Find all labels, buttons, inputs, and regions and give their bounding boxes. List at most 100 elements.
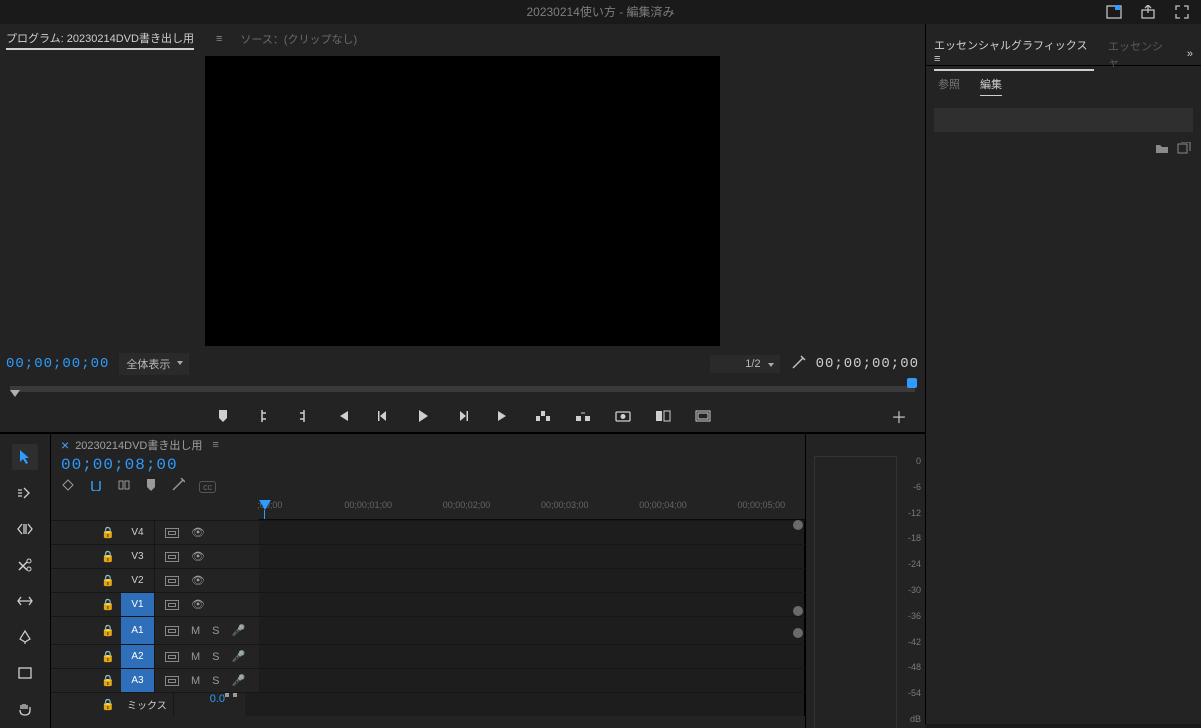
solo-button[interactable]: S	[212, 651, 219, 663]
sequence-tab[interactable]: 20230214DVD書き出し用	[75, 437, 202, 453]
mark-in-button[interactable]	[254, 407, 272, 425]
clip-area[interactable]	[259, 569, 805, 592]
subtab-edit[interactable]: 編集	[980, 76, 1002, 96]
eye-icon[interactable]: 👁	[191, 574, 205, 587]
go-to-in-button[interactable]	[334, 407, 352, 425]
button-editor-button[interactable]: ＋	[891, 404, 907, 428]
new-group-icon[interactable]	[1155, 142, 1169, 157]
lock-icon[interactable]: 🔒	[101, 526, 115, 539]
safe-margins-button[interactable]	[694, 407, 712, 425]
timeline-settings-icon[interactable]	[171, 478, 185, 495]
sync-lock-icon[interactable]	[165, 552, 179, 562]
out-point-marker[interactable]	[907, 378, 917, 388]
subtab-browse[interactable]: 参照	[938, 76, 960, 96]
hand-tool[interactable]	[12, 696, 38, 722]
scrub-playhead[interactable]	[10, 390, 22, 398]
track-target-a2[interactable]: A2	[121, 645, 155, 668]
mix-keyframe-icon[interactable]	[225, 693, 237, 716]
track-target-a3[interactable]: A3	[121, 669, 155, 692]
lock-icon[interactable]: 🔒	[101, 574, 115, 587]
eye-icon[interactable]: 👁	[191, 526, 205, 539]
share-icon[interactable]	[1137, 2, 1159, 22]
timeline-timecode[interactable]: 00;00;08;00	[61, 456, 216, 474]
sync-lock-icon[interactable]	[165, 652, 179, 662]
pen-tool[interactable]	[12, 624, 38, 650]
clip-area[interactable]	[259, 645, 805, 668]
solo-button[interactable]: S	[212, 675, 219, 687]
add-marker-button[interactable]	[214, 407, 232, 425]
tab-essential-graphics[interactable]: エッセンシャルグラフィックス ≡	[934, 37, 1094, 71]
monitor-scrub-bar[interactable]	[6, 380, 919, 400]
selection-tool[interactable]	[12, 444, 38, 470]
voice-over-icon[interactable]: 🎤	[232, 650, 246, 663]
settings-icon[interactable]	[790, 355, 806, 374]
lock-icon[interactable]: 🔒	[101, 550, 115, 563]
graphics-layer-list[interactable]	[934, 108, 1193, 132]
lock-icon[interactable]: 🔒	[101, 650, 115, 663]
caption-track-toggle[interactable]: cc	[199, 481, 216, 493]
track-target-v4[interactable]: V4	[121, 521, 155, 544]
step-forward-button[interactable]	[454, 407, 472, 425]
lock-icon[interactable]: 🔒	[101, 624, 115, 637]
track-target-v2[interactable]: V2	[121, 569, 155, 592]
track-target-a1[interactable]: A1	[121, 617, 155, 644]
track-select-tool[interactable]	[12, 480, 38, 506]
fullscreen-icon[interactable]	[1171, 2, 1193, 22]
playhead-icon[interactable]	[259, 500, 271, 510]
tab-source[interactable]: ソース：(クリップなし)	[240, 29, 357, 49]
v-scroll-mid[interactable]	[793, 606, 803, 616]
zoom-fit-select[interactable]: 全体表示	[119, 353, 189, 375]
quick-export-icon[interactable]	[1103, 2, 1125, 22]
clip-area[interactable]	[259, 593, 805, 616]
comparison-view-button[interactable]	[654, 407, 672, 425]
lock-icon[interactable]: 🔒	[101, 598, 115, 611]
sync-lock-icon[interactable]	[165, 576, 179, 586]
voice-over-icon[interactable]: 🎤	[232, 674, 246, 687]
panel-overflow-icon[interactable]: »	[1187, 48, 1193, 60]
v-scroll-top[interactable]	[793, 520, 803, 530]
lock-icon[interactable]: 🔒	[101, 698, 115, 711]
solo-button[interactable]: S	[212, 625, 219, 637]
go-to-out-button[interactable]	[494, 407, 512, 425]
track-target-v3[interactable]: V3	[121, 545, 155, 568]
play-button[interactable]	[414, 407, 432, 425]
clip-area[interactable]	[259, 669, 805, 692]
program-viewport[interactable]	[6, 56, 919, 346]
voice-over-icon[interactable]: 🎤	[232, 624, 246, 637]
time-ruler[interactable]: ;00;00 00;00;01;00 00;00;02;00 00;00;03;…	[259, 500, 805, 520]
eye-icon[interactable]: 👁	[191, 598, 205, 611]
clip-area[interactable]	[259, 521, 805, 544]
audio-meter[interactable]	[814, 456, 897, 728]
sync-lock-icon[interactable]	[165, 600, 179, 610]
mute-button[interactable]: M	[191, 651, 200, 663]
rectangle-tool[interactable]	[12, 660, 38, 686]
tab-essential-overflow[interactable]: エッセンシャ	[1108, 38, 1173, 70]
nest-toggle[interactable]	[61, 479, 75, 494]
lock-icon[interactable]: 🔒	[101, 674, 115, 687]
monitor-timecode[interactable]: 00;00;00;00	[6, 356, 109, 372]
panel-menu-icon[interactable]: ≡	[216, 33, 222, 45]
lift-button[interactable]	[534, 407, 552, 425]
razor-tool[interactable]	[12, 552, 38, 578]
clip-area[interactable]	[245, 693, 805, 716]
timeline-panel-menu-icon[interactable]: ≡	[212, 439, 218, 451]
mark-out-button[interactable]	[294, 407, 312, 425]
sync-lock-icon[interactable]	[165, 676, 179, 686]
eye-icon[interactable]: 👁	[191, 550, 205, 563]
new-layer-icon[interactable]	[1177, 142, 1191, 157]
linked-selection-toggle[interactable]	[117, 479, 131, 494]
step-back-button[interactable]	[374, 407, 392, 425]
export-frame-button[interactable]	[614, 407, 632, 425]
clip-area[interactable]	[259, 545, 805, 568]
track-target-v1[interactable]: V1	[121, 593, 155, 616]
mute-button[interactable]: M	[191, 625, 200, 637]
add-marker-toggle[interactable]	[145, 478, 157, 495]
mix-level[interactable]: 0.0	[210, 693, 225, 716]
clip-area[interactable]	[259, 617, 805, 644]
tab-program[interactable]: プログラム: 20230214DVD書き出し用	[6, 28, 194, 50]
v-scroll-mid2[interactable]	[793, 628, 803, 638]
slip-tool[interactable]	[12, 588, 38, 614]
snap-toggle[interactable]	[89, 479, 103, 494]
sync-lock-icon[interactable]	[165, 626, 179, 636]
extract-button[interactable]	[574, 407, 592, 425]
